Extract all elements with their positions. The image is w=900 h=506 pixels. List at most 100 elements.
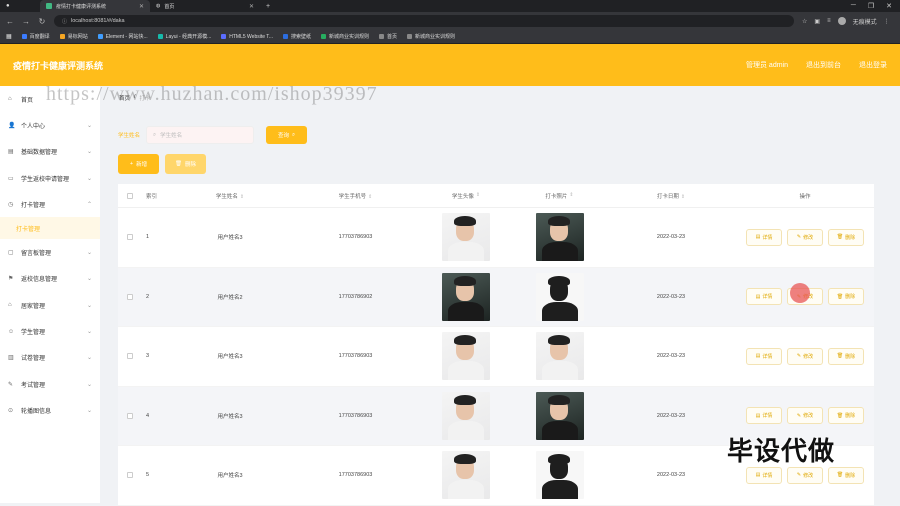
maximize-icon[interactable]: ❐ — [868, 2, 874, 10]
row-checkbox[interactable] — [127, 412, 133, 419]
edit-button[interactable]: ✎修改 — [787, 347, 823, 365]
forward-icon[interactable]: → — [22, 17, 30, 26]
edit-label: 修改 — [803, 472, 814, 479]
row-checkbox[interactable] — [127, 472, 133, 479]
back-icon[interactable]: ← — [6, 17, 14, 26]
edit-label: 修改 — [803, 353, 814, 360]
browser-tab-2[interactable]: ◍ 首页 ✕ — [150, 0, 260, 12]
reload-icon[interactable]: ↻ — [38, 17, 46, 26]
search-button-label: 查询 — [277, 133, 289, 139]
chevron-down-icon: ⌄ — [86, 122, 92, 129]
delete-button[interactable]: 🗑 删除 — [828, 407, 864, 425]
sidebar-item[interactable]: ◷ 打卡管理 ⌃ — [0, 191, 100, 217]
sort-icon[interactable]: ⇕ — [681, 194, 685, 200]
bookmark-item[interactable]: 百度翻译 — [21, 33, 50, 40]
column-header-avatar[interactable]: 学生头像 ⇕ — [419, 192, 513, 200]
browser-tab-active[interactable]: 疫情打卡健康评测系统 ✕ — [40, 0, 150, 12]
sidebar-item[interactable]: 👤 个人中心 ⌄ — [0, 112, 100, 138]
edit-button[interactable]: ✎修改 — [787, 228, 823, 246]
add-button[interactable]: + 新增 — [118, 154, 159, 174]
chevron-down-icon: ⌄ — [86, 276, 92, 283]
bookmark-item[interactable]: 首页 — [379, 33, 397, 40]
trash-icon: 🗑 — [836, 472, 844, 479]
bookmark-item[interactable]: Element - 网站快... — [97, 33, 148, 40]
bookmark-item[interactable]: 新城商业实训规则 — [407, 33, 455, 40]
edit-icon: ✎ — [796, 472, 802, 479]
student-name-search-input[interactable]: ⌕ 学生姓名 — [146, 126, 255, 144]
sidebar-item[interactable]: ▥ 试卷管理 ⌄ — [0, 345, 100, 371]
extension-icon[interactable]: ▣ — [814, 18, 820, 25]
detail-button[interactable]: ▤ 详情 — [746, 228, 782, 246]
table-row: 1 用户姓名3 17703786903 2022-03-23 ▤ 详情 ✎ 修改 🗑 删除 — [118, 208, 874, 268]
edit-button[interactable]: ✎修改 — [787, 407, 823, 425]
chevron-down-icon: ⌄ — [86, 355, 92, 362]
column-header-photo[interactable]: 打卡照片 ⇕ — [513, 192, 606, 200]
bookmark-item[interactable]: 新城商业实训规则 — [320, 33, 369, 40]
column-header-ops: 操作 — [799, 193, 811, 200]
cell-name: 用户姓名3 — [217, 413, 243, 420]
bookmark-label: 搜索壁纸 — [290, 34, 311, 40]
front-end-link[interactable]: 退出到前台 — [806, 60, 841, 70]
batch-delete-button[interactable]: 🗑 删除 — [165, 154, 206, 174]
bookmark-favicon-icon — [320, 34, 326, 39]
sidebar-item[interactable]: ▢ 留言板管理 ⌄ — [0, 239, 100, 265]
detail-button[interactable]: ▤ 详情 — [746, 466, 782, 484]
reading-list-icon[interactable]: ≡ — [827, 18, 831, 24]
sort-icon[interactable]: ⇕ — [240, 194, 244, 200]
close-tab-icon[interactable]: ✕ — [249, 3, 254, 10]
select-all-checkbox[interactable] — [127, 192, 133, 199]
apps-icon[interactable]: ▦ — [6, 33, 12, 40]
search-button[interactable]: 查询 ⌕ — [266, 126, 308, 144]
edit-button[interactable]: ✎修改 — [787, 466, 823, 484]
detail-button[interactable]: ▤ 详情 — [746, 288, 782, 306]
pic-body — [448, 361, 484, 381]
address-bar[interactable]: ⓘ localhost:8081/#/daka — [54, 15, 794, 27]
bookmark-item[interactable]: HTML5 Website T... — [221, 34, 273, 40]
delete-button[interactable]: 🗑 删除 — [828, 347, 864, 365]
sort-icon[interactable]: ⇕ — [569, 192, 573, 200]
new-tab-icon[interactable]: + — [266, 3, 270, 10]
detail-button[interactable]: ▤ 详情 — [746, 347, 782, 365]
cell-phone: 17703786903 — [338, 472, 373, 479]
sidebar-item[interactable]: ▤ 基础数据管理 ⌄ — [0, 139, 100, 165]
sort-icon[interactable]: ⇕ — [368, 194, 372, 200]
sidebar-item-label: 返校信息管理 — [21, 277, 58, 284]
pic-hair — [454, 454, 476, 465]
close-window-icon[interactable]: ✕ — [886, 2, 892, 10]
trash-icon: 🗑 — [836, 293, 844, 300]
delete-button[interactable]: 🗑 删除 — [828, 466, 864, 484]
cell-date: 2022-03-23 — [656, 234, 686, 241]
bookmark-item[interactable]: Layui - 经典开源模... — [157, 33, 211, 40]
browser-tab-blank[interactable]: ● — [0, 0, 40, 12]
table-row: 3 用户姓名3 17703786903 2022-03-23 ▤ 详情 ✎ 修改 🗑 删除 — [118, 327, 874, 387]
sidebar-subitem-checkin[interactable]: 打卡管理 — [0, 217, 100, 240]
bookmark-item[interactable]: 搜索壁纸 — [282, 33, 311, 40]
row-checkbox[interactable] — [127, 234, 133, 241]
column-header-name[interactable]: 学生姓名 ⇕ — [168, 192, 292, 200]
star-icon[interactable]: ☆ — [802, 18, 807, 25]
sort-icon[interactable]: ⇕ — [476, 192, 480, 200]
column-header-date[interactable]: 打卡日期 ⇕ — [606, 192, 736, 200]
github-icon: ● — [6, 3, 10, 9]
logout-link[interactable]: 退出登录 — [859, 60, 887, 70]
detail-button[interactable]: ▤ 详情 — [746, 407, 782, 425]
delete-button[interactable]: 🗑 删除 — [828, 228, 864, 246]
sidebar-item[interactable]: ☺ 学生管理 ⌄ — [0, 318, 100, 344]
delete-button[interactable]: 🗑 删除 — [828, 288, 864, 306]
admin-user-link[interactable]: 管理员 admin — [746, 60, 788, 70]
sidebar-item[interactable]: ⌂ 居家管理 ⌄ — [0, 292, 100, 318]
menu-icon[interactable]: ⋮ — [884, 18, 890, 25]
row-checkbox[interactable] — [127, 353, 133, 360]
row-checkbox[interactable] — [127, 293, 133, 300]
avatar[interactable] — [837, 17, 846, 25]
sidebar-item[interactable]: ⚑ 返校信息管理 ⌄ — [0, 266, 100, 292]
minimize-icon[interactable]: ─ — [851, 2, 856, 10]
column-header-label: 学生姓名 — [215, 193, 238, 200]
column-header-phone[interactable]: 学生手机号 ⇕ — [292, 192, 419, 200]
sidebar-item[interactable]: ▭ 学生返校申请管理 ⌄ — [0, 165, 100, 191]
checkin-photo-image — [535, 213, 584, 262]
close-tab-icon[interactable]: ✕ — [139, 3, 144, 10]
sidebar-item[interactable]: ✎ 考试管理 ⌄ — [0, 371, 100, 397]
bookmark-item[interactable]: 易标网站 — [59, 33, 88, 40]
sidebar-item[interactable]: ⊙ 轮播图信息 ⌄ — [0, 397, 100, 423]
